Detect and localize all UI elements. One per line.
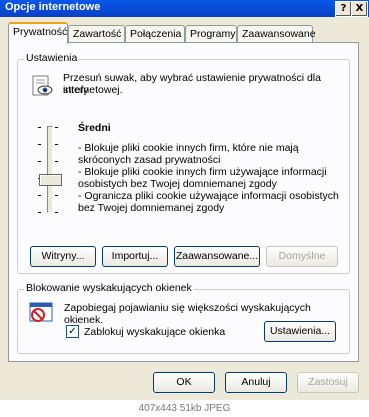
settings-group-label: Ustawienia bbox=[24, 52, 80, 64]
privacy-panel: Ustawienia Przesuń suwak, aby wybrać ust… bbox=[8, 42, 359, 362]
tab-connections[interactable]: Połączenia bbox=[125, 25, 185, 42]
window-title: Opcje internetowe bbox=[5, 1, 101, 13]
advanced-button[interactable]: Zaawansowane... bbox=[174, 246, 260, 267]
slider-tick bbox=[55, 144, 58, 145]
import-button[interactable]: Importuj... bbox=[102, 246, 168, 267]
slider-tick bbox=[55, 195, 58, 196]
privacy-desc-line: osobistych bez Twojej domniemanej zgody bbox=[78, 178, 277, 190]
tab-advanced[interactable]: Zaawansowane bbox=[237, 25, 316, 42]
privacy-desc-line: - Blokuje pliki cookie innych firm używa… bbox=[78, 166, 327, 178]
slider-tick bbox=[38, 127, 41, 128]
help-button[interactable]: ? bbox=[335, 1, 352, 17]
intro-text-line2: internetowej. bbox=[63, 84, 123, 96]
tab-content[interactable]: Zawartość bbox=[68, 25, 125, 42]
slider-tick bbox=[38, 212, 41, 213]
popup-block-icon bbox=[29, 302, 53, 324]
popup-settings-button[interactable]: Ustawienia... bbox=[264, 321, 336, 342]
slider-tick bbox=[38, 161, 41, 162]
slider-tick bbox=[55, 161, 58, 162]
apply-button[interactable]: Zastosuj bbox=[297, 372, 359, 393]
cancel-button[interactable]: Anuluj bbox=[225, 372, 287, 393]
slider-tick bbox=[55, 127, 58, 128]
slider-tick bbox=[38, 144, 41, 145]
default-button[interactable]: Domyślne bbox=[266, 246, 338, 267]
privacy-level-name: Średni bbox=[78, 122, 111, 134]
image-caption: 407x443 51kb JPEG bbox=[0, 400, 369, 417]
settings-group: Ustawienia Przesuń suwak, aby wybrać ust… bbox=[17, 52, 350, 274]
slider-tick bbox=[38, 195, 41, 196]
tab-privacy[interactable]: Prywatność bbox=[8, 22, 68, 44]
slider-track[interactable] bbox=[47, 126, 53, 213]
title-bar: Opcje internetowe ? X bbox=[0, 0, 369, 17]
popup-blocker-group: Blokowanie wyskakujących okienek Zapobie… bbox=[17, 282, 350, 354]
tab-programs[interactable]: Programy bbox=[185, 25, 237, 42]
sites-button[interactable]: Witryny... bbox=[30, 246, 96, 267]
popup-group-label: Blokowanie wyskakujących okienek bbox=[24, 282, 194, 294]
block-popups-checkbox[interactable]: ✓ bbox=[66, 325, 79, 338]
privacy-eye-icon bbox=[30, 74, 54, 98]
ok-button[interactable]: OK bbox=[153, 372, 215, 393]
close-button[interactable]: X bbox=[351, 1, 368, 17]
privacy-desc-line: - Blokuje pliki cookie innych firm, któr… bbox=[78, 142, 299, 154]
privacy-desc-line: bez Twojej domniemanej zgody bbox=[78, 202, 225, 214]
block-popups-label[interactable]: Zablokuj wyskakujące okienka bbox=[84, 326, 225, 338]
slider-tick bbox=[55, 212, 58, 213]
slider-thumb[interactable] bbox=[39, 174, 62, 186]
internet-options-dialog: Opcje internetowe ? X Prywatność Zawarto… bbox=[0, 0, 369, 400]
privacy-desc-line: - Ogranicza pliki cookie używające infor… bbox=[78, 190, 339, 202]
privacy-desc-line: skróconych zasad prywatności bbox=[78, 154, 221, 166]
